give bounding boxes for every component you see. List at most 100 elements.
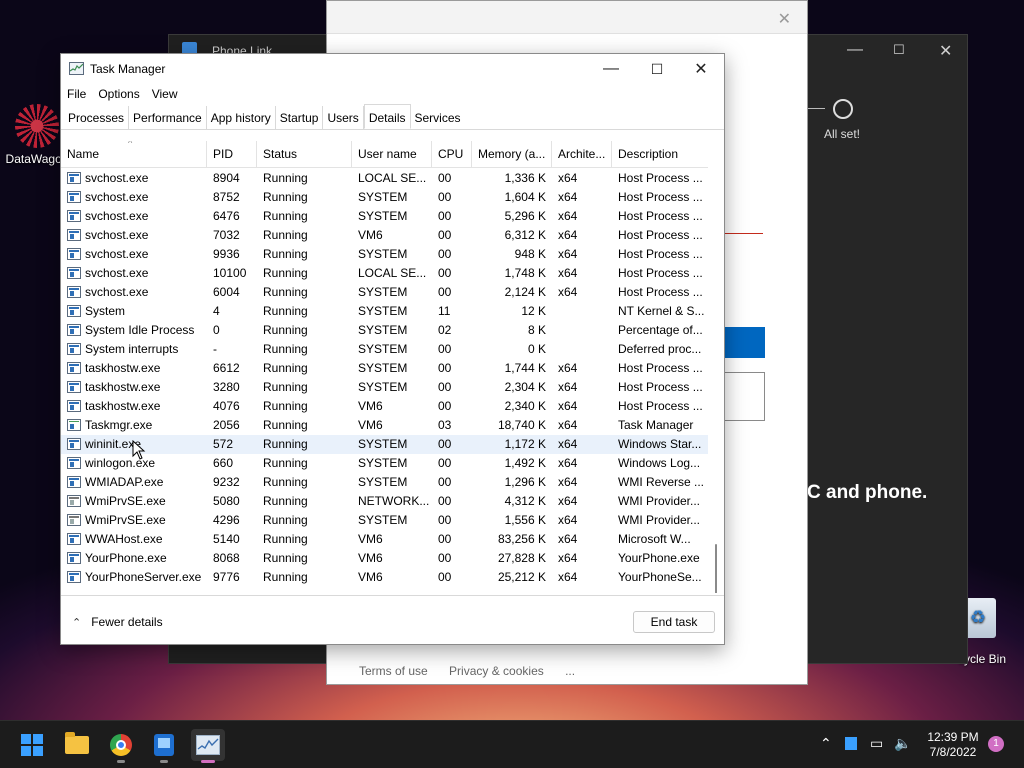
table-row[interactable]: YourPhone.exe 8068 Running VM6 00 27,828 K x64…	[61, 549, 708, 568]
table-row[interactable]: WmiPrvSE.exe 4296 Running SYSTEM 00 1,556 K x6…	[61, 511, 708, 530]
cell-memory: 1,748 K	[504, 266, 546, 280]
cell-status: Running	[263, 171, 308, 185]
table-row[interactable]: Taskmgr.exe 2056 Running VM6 03 18,740 K x64 Ta…	[61, 416, 708, 435]
taskbar-chrome[interactable]	[104, 729, 138, 763]
cell-user-name: SYSTEM	[358, 342, 408, 356]
tab-services[interactable]: Services	[411, 106, 465, 130]
column-header-name[interactable]: ^ Name	[61, 141, 207, 168]
menu-view[interactable]: View	[146, 84, 184, 106]
process-icon	[67, 267, 81, 279]
column-header-description[interactable]: Description	[612, 141, 708, 168]
minimize-icon[interactable]: —	[847, 41, 863, 59]
cell-pid: 2056	[213, 418, 240, 432]
table-row[interactable]: WMIADAP.exe 9232 Running SYSTEM 00 1,296 K x64…	[61, 473, 708, 492]
cell-architecture: x64	[558, 456, 578, 470]
table-row[interactable]: svchost.exe 8904 Running LOCAL SE... 00 1,336…	[61, 169, 708, 188]
scrollbar-thumb[interactable]	[715, 544, 717, 593]
cell-description: YourPhone.exe	[618, 551, 700, 565]
network-icon[interactable]: ▭	[870, 735, 883, 752]
cell-architecture: x64	[558, 361, 578, 375]
table-row[interactable]: taskhostw.exe 6612 Running SYSTEM 00 1,744 K x…	[61, 359, 708, 378]
column-header-memory[interactable]: Memory (a...	[472, 141, 552, 168]
cell-status: Running	[263, 437, 308, 451]
tab-users[interactable]: Users	[323, 106, 364, 130]
table-row[interactable]: wininit.exe 572 Running SYSTEM 00 1,172 Kx64 W…	[61, 435, 708, 454]
table-row[interactable]: System 4 Running SYSTEM 11 12 K NT Kernel & S.…	[61, 302, 708, 321]
tab-processes[interactable]: Processes	[64, 106, 130, 130]
column-label: Name	[67, 147, 100, 161]
end-task-button[interactable]: End task	[633, 611, 715, 633]
notification-badge[interactable]: 1	[988, 736, 1004, 752]
phone-link-tray-icon[interactable]	[845, 737, 857, 750]
tab-performance[interactable]: Performance	[129, 106, 207, 130]
vertical-scrollbar[interactable]	[709, 169, 724, 593]
cell-pid: 5080	[213, 494, 240, 508]
cell-user-name: SYSTEM	[358, 323, 408, 337]
cell-description: Windows Log...	[618, 456, 701, 470]
tab-details[interactable]: Details	[363, 104, 411, 129]
minimize-icon[interactable]: —	[588, 54, 634, 84]
more-options-icon[interactable]: ...	[565, 664, 575, 678]
table-row[interactable]: winlogon.exe 660 Running SYSTEM 00 1,492 Kx64…	[61, 454, 708, 473]
cell-pid: 8752	[213, 190, 240, 204]
running-indicator	[117, 760, 125, 763]
cell-cpu: 03	[438, 418, 452, 432]
cell-name: svchost.exe	[61, 283, 207, 302]
table-row[interactable]: WWAHost.exe 5140 Running VM6 00 83,256 K x64 Mi…	[61, 530, 708, 549]
cell-architecture: x64	[558, 285, 578, 299]
process-name: System Idle Process	[85, 323, 195, 337]
privacy-link[interactable]: Privacy & cookies	[449, 664, 544, 678]
table-row[interactable]: taskhostw.exe 3280 Running SYSTEM 00 2,304 K x…	[61, 378, 708, 397]
volume-icon[interactable]: 🔈	[894, 735, 911, 752]
table-row[interactable]: YourPhoneServer.exe 9776 Running VM6 00 25,21…	[61, 568, 708, 587]
maximize-icon[interactable]: ☐	[893, 42, 905, 58]
cell-architecture: x64	[558, 228, 578, 242]
cell-pid: 6476	[213, 209, 240, 223]
close-icon[interactable]: ✕	[939, 41, 952, 61]
column-header-status[interactable]: Status	[257, 141, 352, 168]
process-icon	[67, 400, 81, 412]
titlebar[interactable]: Task Manager — ☐ ✕	[61, 54, 724, 84]
table-row[interactable]: svchost.exe 9936 Running SYSTEM 00 948 K x64 Ho…	[61, 245, 708, 264]
cell-description: Host Process ...	[618, 209, 703, 223]
chrome-icon	[110, 734, 132, 756]
process-icon	[67, 571, 81, 583]
cell-status: Running	[263, 399, 308, 413]
cell-name: WWAHost.exe	[61, 530, 207, 549]
menu-options[interactable]: Options	[92, 84, 145, 106]
menu-file[interactable]: File	[61, 84, 92, 106]
start-button[interactable]	[15, 729, 49, 761]
table-row[interactable]: svchost.exe 10100 Running LOCAL SE... 00 1,74…	[61, 264, 708, 283]
tab-app-history[interactable]: App history	[207, 106, 276, 130]
task-manager-process-icon	[67, 419, 81, 431]
cell-status: Running	[263, 266, 308, 280]
column-header-pid[interactable]: PID	[207, 141, 257, 168]
close-icon[interactable]: ✕	[778, 9, 791, 29]
cell-architecture: x64	[558, 437, 578, 451]
table-row[interactable]: svchost.exe 6004 Running SYSTEM 00 2,124 K x64…	[61, 283, 708, 302]
terms-link[interactable]: Terms of use	[359, 664, 428, 678]
cell-status: Running	[263, 570, 308, 584]
taskbar-file-explorer[interactable]	[60, 729, 94, 761]
maximize-icon[interactable]: ☐	[634, 54, 680, 84]
table-row[interactable]: svchost.exe 8752 Running SYSTEM 00 1,604 K x64…	[61, 188, 708, 207]
cell-description: Host Process ...	[618, 171, 703, 185]
table-row[interactable]: svchost.exe 7032 Running VM6 00 6,312 K x64 Hos…	[61, 226, 708, 245]
column-header-user-name[interactable]: User name	[352, 141, 432, 168]
close-icon[interactable]: ✕	[678, 54, 724, 84]
chevron-up-icon[interactable]: ⌃	[820, 735, 832, 752]
table-row[interactable]: svchost.exe 6476 Running SYSTEM 00 5,296 K x64…	[61, 207, 708, 226]
taskbar-phone-link[interactable]	[147, 729, 181, 763]
table-row[interactable]: System interrupts - Running SYSTEM 00 0 K Defe…	[61, 340, 708, 359]
table-row[interactable]: taskhostw.exe 4076 Running VM6 00 2,340 K x64 H…	[61, 397, 708, 416]
cell-pid: -	[213, 342, 217, 356]
table-row[interactable]: WmiPrvSE.exe 5080 Running NETWORK... 00 4,312…	[61, 492, 708, 511]
taskbar-clock[interactable]: 12:39 PM 7/8/2022	[924, 730, 982, 760]
tab-startup[interactable]: Startup	[276, 106, 324, 130]
column-header-architecture[interactable]: Archite...	[552, 141, 612, 168]
table-row[interactable]: System Idle Process 0 Running SYSTEM 02 8 K Pe…	[61, 321, 708, 340]
taskbar-task-manager[interactable]	[191, 729, 225, 763]
column-header-cpu[interactable]: CPU	[432, 141, 472, 168]
cell-memory: 2,340 K	[504, 399, 546, 413]
fewer-details-button[interactable]: ⌃ Fewer details	[72, 615, 163, 629]
